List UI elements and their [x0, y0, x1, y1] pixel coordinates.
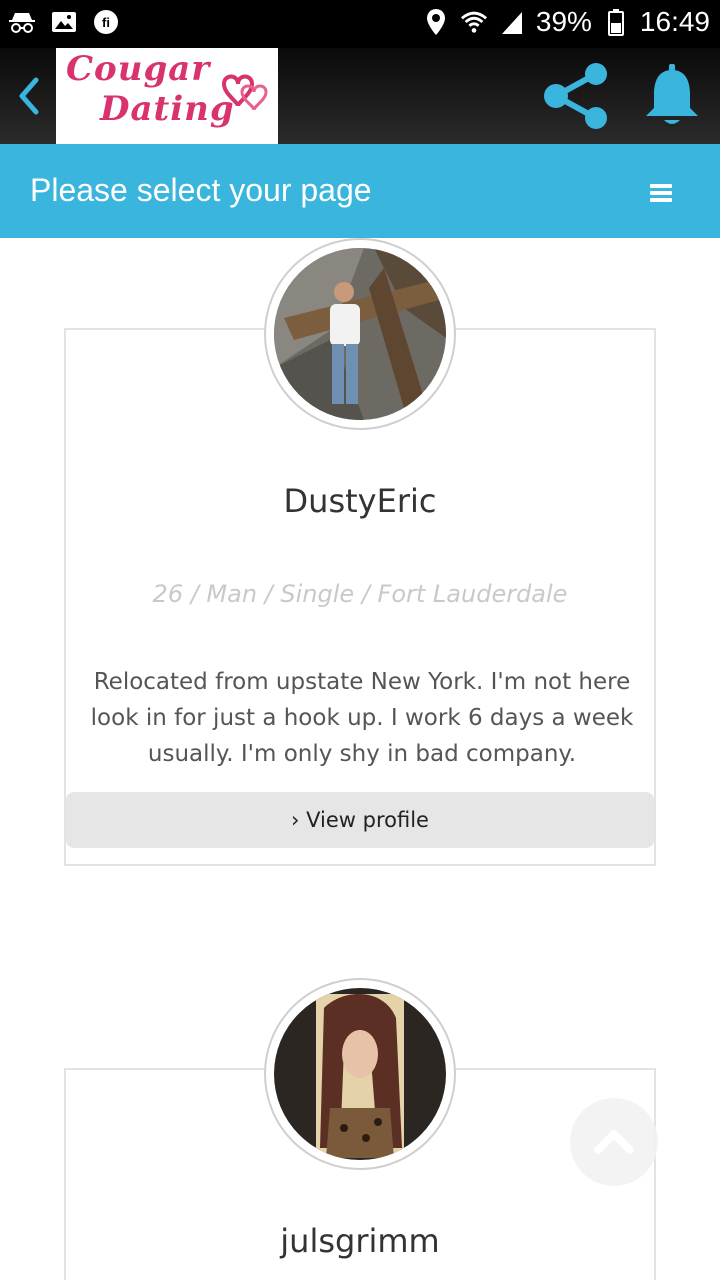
fi-icon: fi: [92, 8, 120, 36]
avatar[interactable]: [274, 248, 446, 420]
clock: 16:49: [639, 6, 710, 37]
hearts-icon: [221, 74, 268, 111]
chevron-up-icon: [594, 1130, 634, 1154]
wifi-icon: [460, 8, 488, 36]
profile-avatar-ring[interactable]: [264, 238, 456, 430]
avatar[interactable]: [274, 988, 446, 1160]
profile-avatar-ring[interactable]: [264, 978, 456, 1170]
location-icon: [422, 8, 450, 36]
page-selector-title: Please select your page: [30, 172, 372, 208]
page-selector-bar[interactable]: Please select your page: [0, 144, 720, 238]
share-icon[interactable]: [540, 60, 612, 132]
scroll-to-top-button[interactable]: [570, 1098, 658, 1186]
svg-text:fi: fi: [102, 15, 110, 30]
back-arrow-icon[interactable]: [14, 74, 44, 118]
profile-meta: 26 / Man / Single / Fort Lauderdale: [152, 580, 568, 608]
app-header: Cougar Dating: [0, 48, 720, 144]
profile-bio: Relocated from upstate New York. I'm not…: [90, 669, 634, 767]
profile-name: DustyEric: [283, 482, 437, 520]
incognito-icon: [8, 8, 36, 36]
profile-name: julsgrimm: [280, 1222, 440, 1260]
logo-line-1: Cougar: [66, 49, 211, 89]
app-logo[interactable]: Cougar Dating: [56, 48, 278, 144]
menu-icon[interactable]: [650, 184, 672, 202]
bell-icon[interactable]: [642, 62, 702, 128]
battery-percent: 39%: [535, 6, 592, 37]
battery-icon: [602, 8, 630, 36]
view-profile-button[interactable]: › View profile: [66, 792, 654, 848]
signal-icon: [498, 8, 526, 36]
image-icon: [50, 8, 78, 36]
status-bar: fi 39% 16:49: [0, 0, 720, 48]
